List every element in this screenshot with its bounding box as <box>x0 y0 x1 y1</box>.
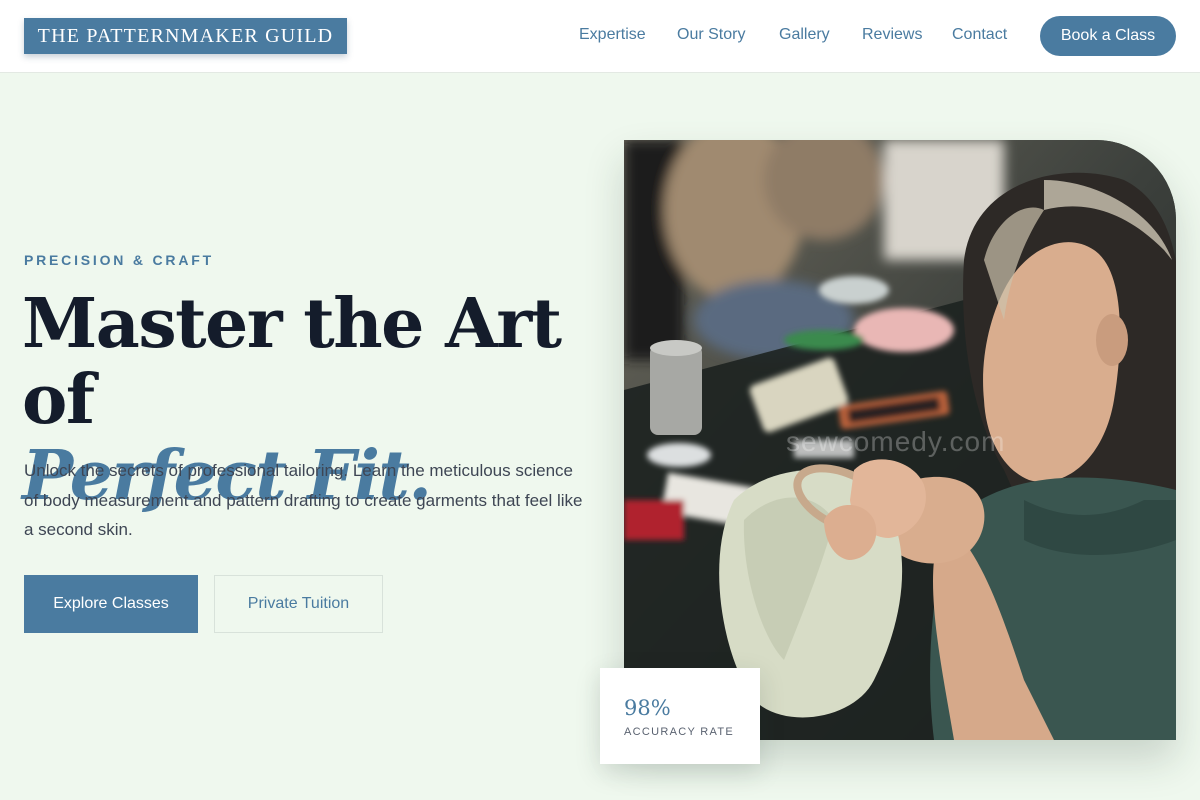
nav-link-expertise[interactable]: Expertise <box>579 26 646 44</box>
nav-link-reviews[interactable]: Reviews <box>862 26 922 44</box>
site-header: THE PATTERNMAKER GUILD Expertise Our Sto… <box>0 0 1200 73</box>
explore-classes-button[interactable]: Explore Classes <box>24 575 198 633</box>
stat-label: ACCURACY RATE <box>624 726 735 738</box>
hero-description: Unlock the secrets of professional tailo… <box>24 461 583 539</box>
book-class-button[interactable]: Book a Class <box>1040 16 1176 56</box>
image-watermark: sewcomedy.com <box>786 426 1006 457</box>
headline-line-1: Master the Art of <box>22 284 562 440</box>
site-logo[interactable]: THE PATTERNMAKER GUILD <box>24 18 347 54</box>
private-tuition-button[interactable]: Private Tuition <box>214 575 383 633</box>
hero-image: sewcomedy.com <box>624 140 1176 740</box>
nav-link-contact[interactable]: Contact <box>952 26 1007 44</box>
nav-link-gallery[interactable]: Gallery <box>779 26 830 44</box>
hero-eyebrow: PRECISION & CRAFT <box>24 252 214 268</box>
accuracy-stat-card: 98% ACCURACY RATE <box>600 668 760 764</box>
nav-link-our-story[interactable]: Our Story <box>677 26 745 44</box>
stat-value: 98% <box>624 696 671 720</box>
